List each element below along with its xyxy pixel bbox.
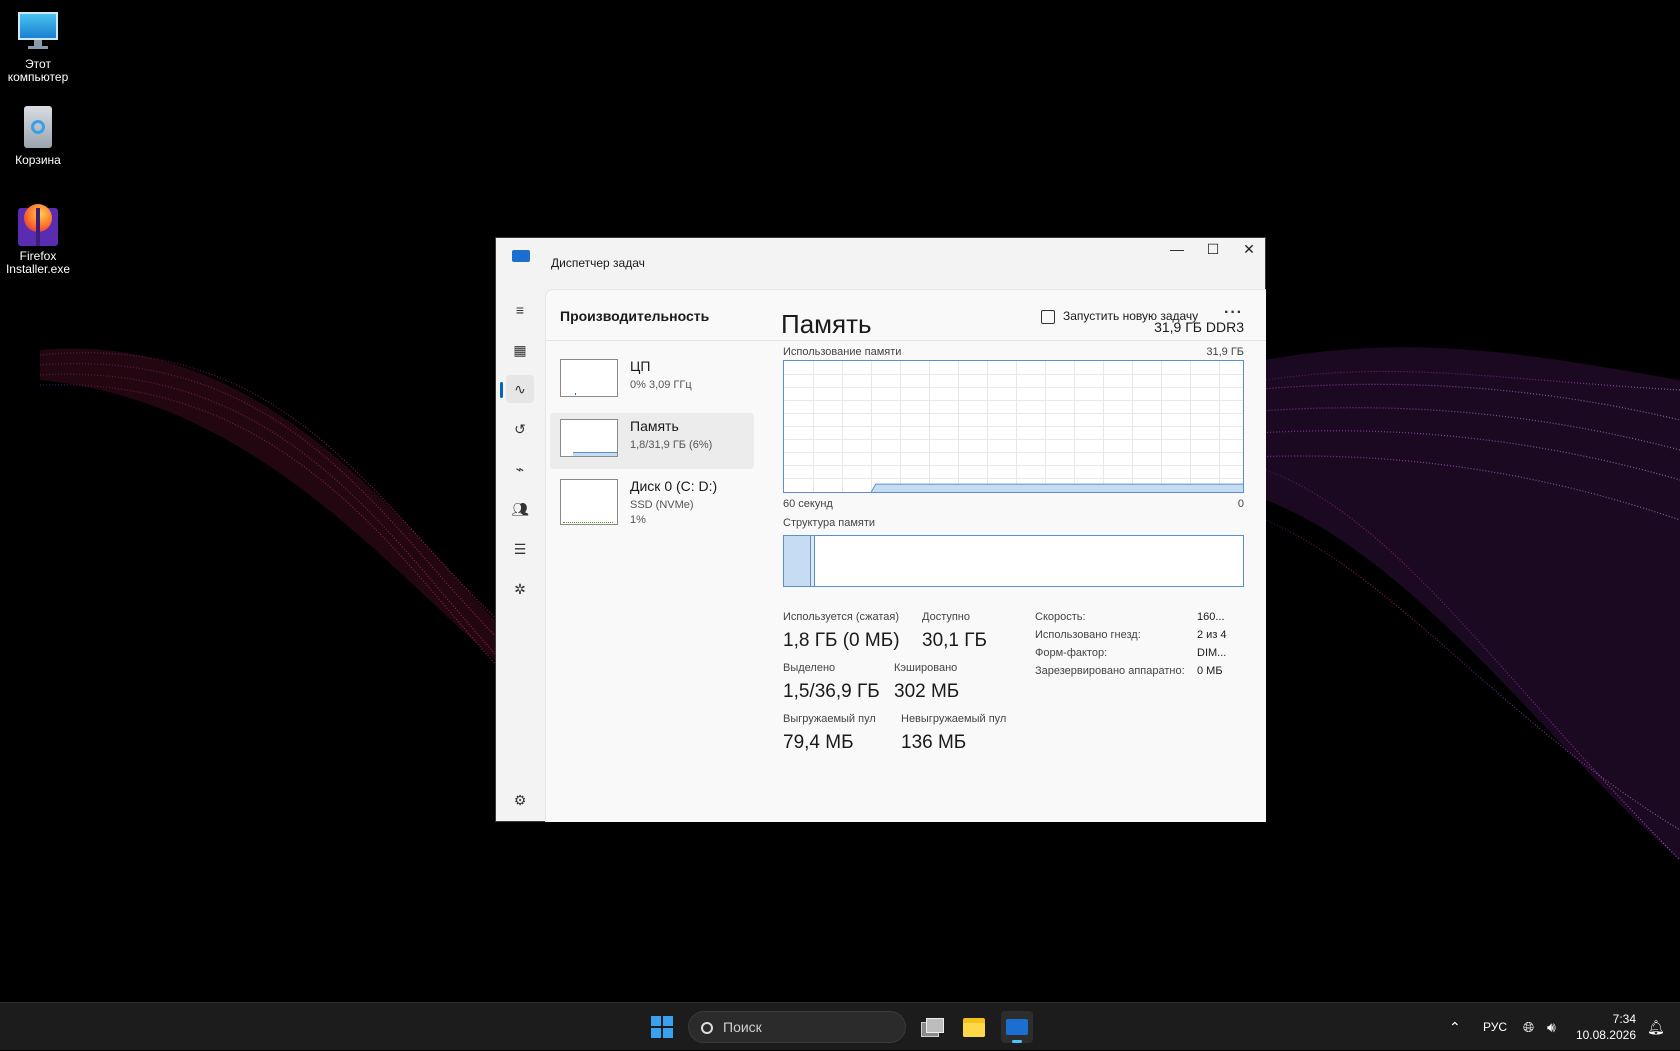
memory-capacity: 31,9 ГБ DDR3: [1154, 319, 1244, 335]
detail-speed-value: 160...: [1197, 611, 1225, 623]
startup-apps-icon[interactable]: ⌁: [506, 455, 534, 483]
firefox-installer-icon: [16, 202, 60, 246]
close-button[interactable]: ✕: [1231, 238, 1267, 260]
memory-usage-graph: [783, 360, 1244, 493]
performance-page: Производительность Запустить новую задач…: [545, 289, 1266, 822]
minimize-button[interactable]: —: [1159, 238, 1195, 260]
taskbar: Поиск ⌃ РУС 🌐︎ 🔊︎ 7:34 10.08.2026 🔔︎: [0, 1002, 1680, 1050]
resource-item-memory[interactable]: Память 1,8/31,9 ГБ (6%): [550, 413, 754, 469]
hamburger-icon[interactable]: ≡: [506, 296, 534, 324]
window-title: Диспетчер задач: [551, 256, 645, 270]
resource-item-disk[interactable]: Диск 0 (C: D:) SSD (NVMe) 1%: [550, 473, 754, 529]
search-icon: [701, 1022, 713, 1035]
task-manager-window: Диспетчер задач — ☐ ✕ ≡ ▦ ∿ ↺ ⌁ 👥︎ ☰ ✲ ⚙…: [495, 237, 1266, 822]
structure-in-use: [784, 536, 811, 586]
stat-nonpaged-value: 136 МБ: [901, 732, 967, 753]
desktop-icon-this-pc[interactable]: Этот компьютер: [0, 10, 78, 84]
users-icon[interactable]: 👥︎: [506, 495, 534, 523]
network-icon[interactable]: 🌐︎: [1523, 1003, 1534, 1051]
maximize-button[interactable]: ☐: [1195, 238, 1231, 260]
structure-modified: [811, 536, 815, 586]
task-view-icon[interactable]: [915, 1011, 947, 1043]
stat-in-use-value: 1,8 ГБ (0 МБ): [783, 630, 900, 651]
stat-cached-label: Кэшировано: [894, 662, 958, 674]
desktop-icon-recycle-bin[interactable]: Корзина: [0, 106, 78, 167]
start-button[interactable]: [646, 1011, 678, 1043]
search-placeholder: Поиск: [723, 1019, 762, 1035]
resource-name: Диск 0 (C: D:): [630, 478, 718, 494]
graph-time-left: 60 секунд: [783, 498, 833, 510]
input-language[interactable]: РУС: [1483, 1003, 1507, 1051]
memory-title: Память: [781, 309, 872, 339]
stat-cached-value: 302 МБ: [894, 681, 960, 702]
memory-thumbnail-graph: [560, 419, 618, 457]
resource-sub: SSD (NVMe): [630, 499, 694, 511]
detail-slots-value: 2 из 4: [1197, 629, 1227, 641]
cpu-thumbnail-graph: [560, 359, 618, 397]
show-hidden-icons-button[interactable]: ⌃: [1449, 1003, 1461, 1051]
clock[interactable]: 7:34 10.08.2026: [1570, 1011, 1636, 1043]
stat-nonpaged-label: Невыгружаемый пул: [901, 713, 1007, 725]
stat-available-value: 30,1 ГБ: [922, 630, 988, 651]
details-icon[interactable]: ☰: [506, 535, 534, 563]
settings-icon[interactable]: ⚙: [506, 786, 534, 814]
desktop-icon-label: Firefox Installer.exe: [5, 249, 71, 276]
structure-label: Структура памяти: [783, 517, 876, 529]
resource-sub: 0% 3,09 ГГц: [630, 379, 692, 391]
recycle-bin-icon: [16, 106, 60, 150]
desktop-icon-label: Корзина: [15, 153, 61, 167]
file-explorer-icon[interactable]: [958, 1011, 990, 1043]
page-title: Производительность: [560, 308, 710, 324]
new-task-icon: [1041, 309, 1055, 324]
stat-committed-value: 1,5/36,9 ГБ: [783, 681, 880, 702]
notifications-icon[interactable]: 🔔︎: [1647, 1003, 1665, 1051]
header-divider: [546, 340, 1266, 341]
detail-slots-label: Использовано гнезд:: [1035, 629, 1141, 641]
services-icon[interactable]: ✲: [506, 575, 534, 603]
task-manager-app-icon: [512, 250, 530, 262]
memory-usage-area: [871, 484, 1243, 492]
stat-in-use-label: Используется (сжатая): [783, 611, 900, 623]
performance-icon[interactable]: ∿: [506, 375, 534, 403]
desktop-icon-label: Этот компьютер: [7, 57, 69, 84]
detail-reserved-label: Зарезервировано аппаратно:: [1035, 665, 1185, 677]
app-history-icon[interactable]: ↺: [506, 415, 534, 443]
active-indicator: [500, 382, 503, 398]
detail-reserved-value: 0 МБ: [1197, 665, 1223, 677]
usage-graph-max: 31,9 ГБ: [1206, 346, 1244, 358]
detail-speed-label: Скорость:: [1035, 611, 1086, 623]
resource-item-cpu[interactable]: ЦП 0% 3,09 ГГц: [550, 353, 754, 409]
clock-time: 7:34: [1612, 1012, 1636, 1026]
sidebar: ≡ ▦ ∿ ↺ ⌁ 👥︎ ☰ ✲ ⚙: [496, 286, 544, 822]
usage-graph-label: Использование памяти: [783, 346, 902, 358]
processes-icon[interactable]: ▦: [506, 336, 534, 364]
memory-usage-line: [870, 483, 1243, 492]
windows-logo-icon: [651, 1016, 673, 1038]
stat-committed-label: Выделено: [783, 662, 836, 674]
monitor-icon: [16, 10, 60, 54]
stat-available-label: Доступно: [922, 611, 971, 623]
resource-sub-usage: 1%: [630, 514, 646, 526]
desktop: Этот компьютер Корзина Firefox Installer…: [0, 0, 1680, 1002]
search-box[interactable]: Поиск: [688, 1011, 906, 1043]
title-bar[interactable]: Диспетчер задач — ☐ ✕: [496, 238, 1265, 286]
stat-paged-value: 79,4 МБ: [783, 732, 854, 753]
desktop-icon-firefox-installer[interactable]: Firefox Installer.exe: [0, 202, 78, 276]
memory-structure-bar: [783, 535, 1244, 587]
volume-icon[interactable]: 🔊︎: [1547, 1003, 1556, 1051]
resource-sub: 1,8/31,9 ГБ (6%): [630, 439, 713, 451]
resource-name: ЦП: [630, 358, 651, 374]
stat-paged-label: Выгружаемый пул: [783, 713, 876, 725]
resource-name: Память: [630, 418, 679, 434]
clock-date: 10.08.2026: [1575, 1028, 1636, 1042]
disk-thumbnail-graph: [560, 479, 618, 525]
detail-form-factor-label: Форм-фактор:: [1035, 647, 1108, 659]
task-manager-taskbar-icon[interactable]: [1001, 1011, 1033, 1043]
graph-time-right: 0: [1237, 498, 1244, 510]
detail-form-factor-value: DIM...: [1197, 647, 1227, 659]
